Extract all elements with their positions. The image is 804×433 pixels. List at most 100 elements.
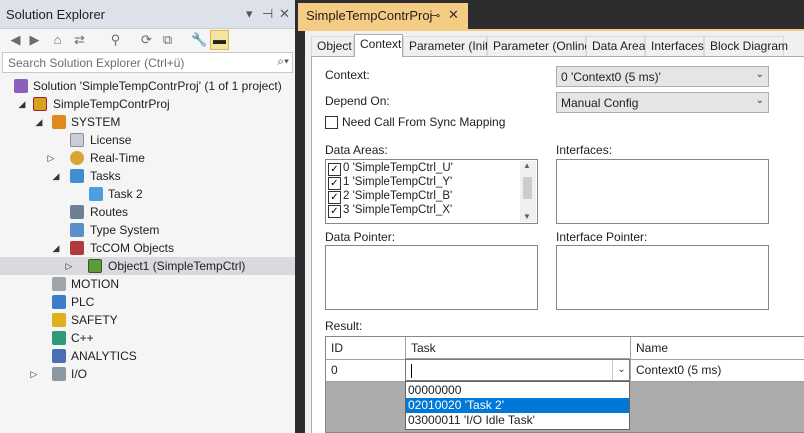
collapsed-arrow-icon[interactable]: ▷ — [45, 149, 57, 167]
expanded-arrow-icon[interactable]: ◢ — [50, 167, 62, 185]
need-call-checkbox[interactable] — [325, 116, 338, 129]
routes-icon — [70, 205, 84, 219]
tree-item-realtime[interactable]: ▷ Real-Time — [0, 149, 295, 167]
checkbox-checked[interactable]: ✓ — [328, 205, 341, 218]
forward-icon[interactable]: ▶ — [25, 30, 44, 50]
tree-item-type-system[interactable]: Type System — [0, 221, 295, 239]
home-icon[interactable]: ⌂ — [48, 30, 67, 50]
data-areas-label: Data Areas: — [325, 143, 388, 157]
object-icon — [88, 259, 102, 273]
safety-icon — [52, 313, 66, 327]
tree-item-object1[interactable]: ▷ Object1 (SimpleTempCtrl) — [0, 257, 295, 275]
scrollbar-thumb[interactable] — [523, 177, 532, 199]
context-select[interactable]: 0 'Context0 (5 ms)' ⌄ — [556, 66, 769, 87]
tree-item-label: Object1 (SimpleTempCtrl) — [108, 259, 246, 273]
search-icon[interactable]: ⌕▾ — [277, 54, 289, 69]
data-area-label: 3 'SimpleTempCtrl_X' — [343, 204, 453, 216]
interface-pointer-list[interactable] — [556, 245, 769, 310]
close-icon[interactable]: ✕ — [448, 7, 459, 23]
tree-item-plc[interactable]: PLC — [0, 293, 295, 311]
tree-item-license[interactable]: License — [0, 131, 295, 149]
chevron-down-icon: ⌄ — [755, 95, 764, 106]
plc-icon — [52, 295, 66, 309]
pin-icon[interactable]: ⊸ — [431, 9, 440, 22]
close-icon[interactable]: ✕ — [279, 5, 290, 23]
collapsed-arrow-icon[interactable]: ▷ — [28, 365, 40, 383]
context-label: Context: — [325, 68, 370, 82]
solution-search-input[interactable]: Search Solution Explorer (Ctrl+ü) ⌕▾ — [2, 52, 293, 73]
tree-item-safety[interactable]: SAFETY — [0, 311, 295, 329]
data-pointer-list[interactable] — [325, 245, 538, 310]
data-areas-scrollbar[interactable]: ▲ ▼ — [520, 161, 536, 222]
scroll-up-icon[interactable]: ▲ — [523, 161, 531, 170]
tasks-icon — [70, 169, 84, 183]
tree-item-analytics[interactable]: ANALYTICS — [0, 347, 295, 365]
checkbox-checked[interactable]: ✓ — [328, 177, 341, 190]
checkbox-checked[interactable]: ✓ — [328, 191, 341, 204]
tab-object[interactable]: Object — [311, 36, 354, 56]
tree-item-routes[interactable]: Routes — [0, 203, 295, 221]
tree-item-motion[interactable]: MOTION — [0, 275, 295, 293]
chevron-down-icon[interactable]: ⌄ — [612, 360, 630, 380]
pin-icon[interactable]: ⊣ — [262, 5, 273, 23]
table-cell-id[interactable]: 0 — [326, 360, 406, 382]
data-areas-list[interactable]: ✓ 0 'SimpleTempCtrl_U' ✓ 1 'SimpleTempCt… — [325, 159, 538, 224]
tab-parameter-init[interactable]: Parameter (Init) — [403, 36, 492, 56]
tree-item-label: SAFETY — [71, 313, 118, 327]
sync-icon[interactable]: ⟳ — [137, 30, 156, 50]
tree-item-tccom-objects[interactable]: ◢ TcCOM Objects — [0, 239, 295, 257]
collapse-all-icon[interactable]: ⧉ — [158, 30, 177, 50]
cpp-icon — [52, 331, 66, 345]
system-icon — [52, 115, 66, 129]
dropdown-option[interactable]: 03000011 'I/O Idle Task' — [406, 413, 629, 428]
depend-on-label: Depend On: — [325, 94, 390, 108]
column-header-name[interactable]: Name — [631, 337, 804, 360]
dropdown-option-highlighted[interactable]: 02010020 'Task 2' — [406, 398, 629, 413]
checkbox-checked[interactable]: ✓ — [328, 163, 341, 176]
scroll-down-icon[interactable]: ▼ — [523, 212, 531, 221]
tree-item-io[interactable]: ▷ I/O — [0, 365, 295, 383]
back-icon[interactable]: ◀ — [6, 30, 25, 50]
chevron-down-icon[interactable]: ▾ — [246, 5, 253, 23]
interfaces-list[interactable] — [556, 159, 769, 224]
expanded-arrow-icon[interactable]: ◢ — [50, 239, 62, 257]
tree-item-label: Task 2 — [108, 187, 143, 201]
pending-changes-filter-icon[interactable]: ⚲ — [106, 30, 125, 50]
tab-context[interactable]: Context — [354, 34, 403, 57]
expanded-arrow-icon[interactable]: ◢ — [33, 113, 45, 131]
tab-interfaces[interactable]: Interfaces — [645, 36, 704, 56]
column-header-task[interactable]: Task — [406, 337, 631, 360]
tab-data-area[interactable]: Data Area — [586, 36, 645, 56]
task-combobox[interactable]: ⌄ — [405, 359, 630, 381]
chevron-down-icon: ⌄ — [755, 69, 764, 80]
type-system-icon — [70, 223, 84, 237]
solution-explorer-toolbar: ◀ ▶ ⌂ ⇄ ⚲ ⟳ ⧉ 🔧 ▬ — [0, 30, 295, 50]
switch-views-icon[interactable]: ⇄ — [70, 30, 89, 50]
task-dropdown-list[interactable]: 00000000 02010020 'Task 2' 03000011 'I/O… — [405, 381, 630, 430]
document-tab-title: SimpleTempContrProj — [306, 8, 433, 23]
tree-item-tasks[interactable]: ◢ Tasks — [0, 167, 295, 185]
data-area-label: 2 'SimpleTempCtrl_B' — [343, 190, 453, 202]
data-pointer-label: Data Pointer: — [325, 230, 396, 244]
depend-on-select[interactable]: Manual Config ⌄ — [556, 92, 769, 113]
tree-item-task-2[interactable]: Task 2 — [0, 185, 295, 203]
preview-selected-items-icon[interactable]: ▬ — [210, 30, 229, 50]
io-icon — [52, 367, 66, 381]
tree-item-solution[interactable]: Solution 'SimpleTempContrProj' (1 of 1 p… — [0, 77, 295, 95]
dropdown-option[interactable]: 00000000 — [406, 383, 629, 398]
properties-icon[interactable]: 🔧 — [190, 30, 209, 50]
collapsed-arrow-icon[interactable]: ▷ — [63, 257, 75, 275]
license-icon — [70, 133, 84, 147]
tree-item-label: SYSTEM — [71, 115, 121, 129]
document-tab[interactable]: SimpleTempContrProj ⊸ ✕ — [298, 3, 468, 29]
column-header-id[interactable]: ID — [326, 337, 406, 360]
table-cell-name[interactable]: Context0 (5 ms) — [631, 360, 804, 382]
tree-item-cpp[interactable]: C++ — [0, 329, 295, 347]
tab-block-diagram[interactable]: Block Diagram — [704, 36, 788, 56]
tab-parameter-online[interactable]: Parameter (Online) — [487, 36, 595, 56]
tree-item-project[interactable]: ◢ SimpleTempContrProj — [0, 95, 295, 113]
expanded-arrow-icon[interactable]: ◢ — [16, 95, 28, 113]
tree-item-system[interactable]: ◢ SYSTEM — [0, 113, 295, 131]
depend-on-value: Manual Config — [561, 96, 639, 110]
tree-item-label: ANALYTICS — [71, 349, 137, 363]
